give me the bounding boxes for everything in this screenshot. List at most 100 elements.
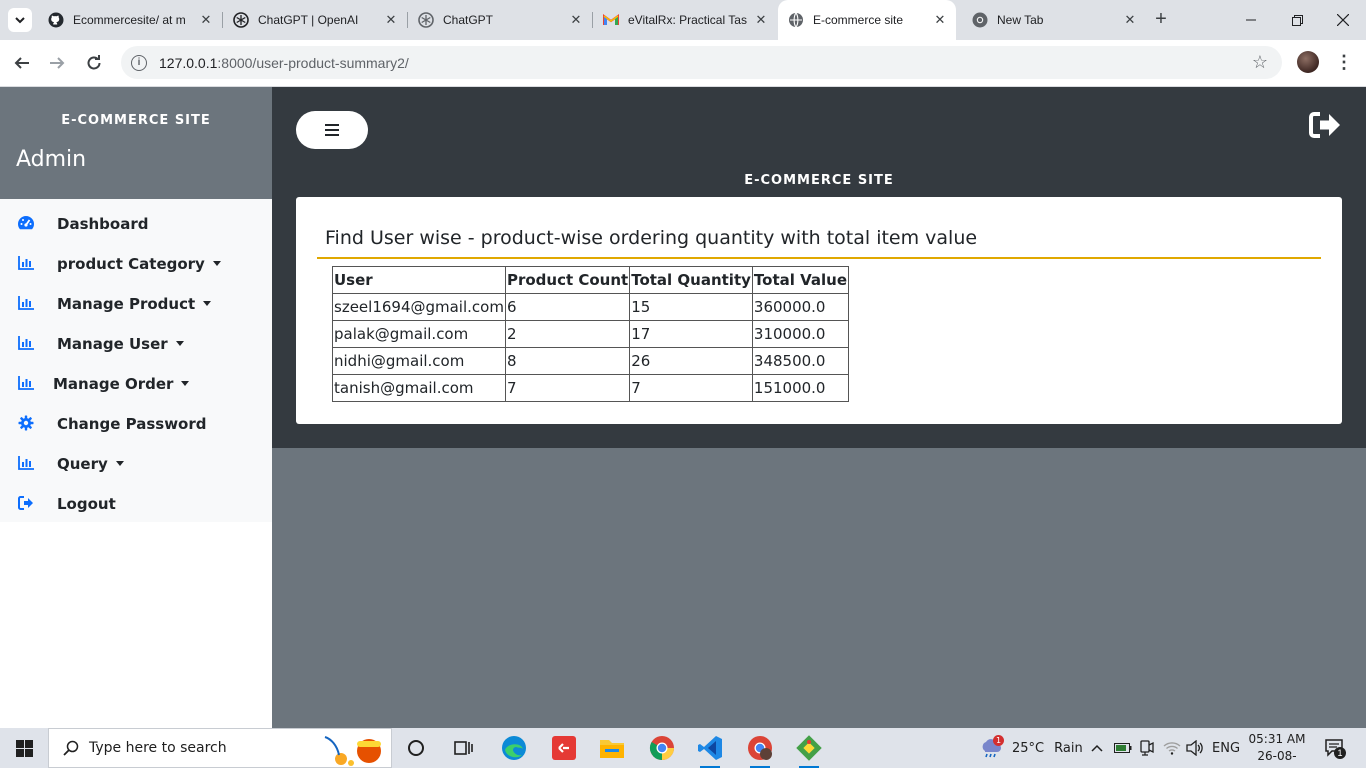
url-text[interactable]: 127.0.0.1:8000/user-product-summary2/ xyxy=(159,55,409,71)
address-bar[interactable]: i 127.0.0.1:8000/user-product-summary2/ … xyxy=(121,46,1282,79)
table-row: palak@gmail.com 2 17 310000.0 xyxy=(332,320,850,348)
tachometer-icon xyxy=(17,215,35,231)
browser-menu-icon[interactable]: ⋮ xyxy=(1334,52,1354,74)
language-indicator[interactable]: ENG xyxy=(1212,728,1240,768)
tab-new-tab[interactable]: New Tab ✕ xyxy=(962,6,1146,34)
start-button[interactable] xyxy=(0,728,48,768)
notification-center-button[interactable]: 1 xyxy=(1324,738,1346,759)
close-icon[interactable]: ✕ xyxy=(1122,12,1138,28)
tab-title: Ecommercesite/ at m xyxy=(73,13,186,27)
sidebar-item-manage-user[interactable]: Manage User xyxy=(0,323,272,363)
sidebar-item-query[interactable]: Query xyxy=(0,443,272,483)
openai-icon xyxy=(418,12,434,28)
chrome-icon[interactable] xyxy=(648,734,676,762)
table-row: nidhi@gmail.com 8 26 348500.0 xyxy=(332,347,850,375)
close-icon[interactable]: ✕ xyxy=(753,12,769,28)
chevron-up-icon xyxy=(1091,744,1103,752)
table-cell: 310000.0 xyxy=(751,320,850,348)
label-text: product Category xyxy=(57,255,205,273)
tab-search-button[interactable] xyxy=(8,8,32,32)
openai-icon xyxy=(233,12,249,28)
sidebar-item-logout[interactable]: Logout xyxy=(0,483,272,523)
column-header: Product Count xyxy=(504,266,631,294)
sidebar-item-label: Manage User xyxy=(57,335,184,353)
site-info-icon[interactable]: i xyxy=(131,54,147,71)
logout-icon[interactable] xyxy=(1308,111,1344,141)
close-icon[interactable]: ✕ xyxy=(568,12,584,28)
sidebar-brand: E-COMMERCE SITE xyxy=(61,113,211,128)
sidebar-item-label: Manage Order xyxy=(53,375,190,393)
search-highlight-illustration xyxy=(324,736,381,766)
show-hidden-icons-button[interactable] xyxy=(1091,728,1103,768)
volume-icon[interactable] xyxy=(1186,728,1204,768)
windows-taskbar: Type here to search 1 25°C Rain ENG 05:3… xyxy=(0,728,1366,768)
arrow-left-icon xyxy=(14,57,29,69)
sidebar-item-dashboard[interactable]: Dashboard xyxy=(0,203,272,243)
close-icon[interactable]: ✕ xyxy=(198,12,214,28)
tab-github[interactable]: Ecommercesite/ at m ✕ xyxy=(38,6,222,34)
sidebar-toggle-button[interactable] xyxy=(296,111,368,149)
meet-now-icon[interactable] xyxy=(1139,728,1155,768)
back-button[interactable] xyxy=(9,50,35,76)
minimize-button[interactable] xyxy=(1228,0,1274,40)
table-cell: 26 xyxy=(629,347,753,375)
git-desktop-icon[interactable] xyxy=(550,734,578,762)
file-explorer-icon[interactable] xyxy=(598,734,626,762)
reload-button[interactable] xyxy=(81,50,107,76)
new-tab-button[interactable]: + xyxy=(1150,9,1172,31)
cortana-icon[interactable] xyxy=(402,734,430,762)
tab-chatgpt[interactable]: ChatGPT ✕ xyxy=(408,6,592,34)
main-brand: E-COMMERCE SITE xyxy=(744,173,894,188)
battery-icon[interactable] xyxy=(1114,728,1132,768)
sidebar-item-manage-order[interactable]: Manage Order xyxy=(0,363,272,403)
minimize-icon xyxy=(1246,19,1256,21)
notification-count: 1 xyxy=(1334,747,1346,759)
title-underline xyxy=(317,257,1321,259)
sign-out-icon xyxy=(17,495,35,511)
table-cell: nidhi@gmail.com xyxy=(332,347,506,375)
bookmark-star-icon[interactable]: ☆ xyxy=(1252,52,1268,73)
forward-button[interactable] xyxy=(44,50,70,76)
task-view-icon[interactable] xyxy=(450,734,478,762)
arrow-right-icon xyxy=(50,57,65,69)
table-header-row: User Product Count Total Quantity Total … xyxy=(332,266,850,294)
chrome-icon xyxy=(972,12,988,28)
profile-avatar[interactable] xyxy=(1297,51,1319,73)
tab-ecommerce-site[interactable]: E-commerce site ✕ xyxy=(778,0,956,40)
tab-title: E-commerce site xyxy=(813,13,904,27)
close-window-button[interactable] xyxy=(1320,0,1366,40)
summary-card: Find User wise - product-wise ordering q… xyxy=(296,197,1342,424)
main-header-area: E-COMMERCE SITE Find User wise - product… xyxy=(272,87,1366,448)
sidebar-item-label: Change Password xyxy=(57,415,207,433)
close-icon[interactable]: ✕ xyxy=(383,12,399,28)
restore-button[interactable] xyxy=(1274,0,1320,40)
sidebar-item-label: Dashboard xyxy=(57,215,149,233)
git-app-icon[interactable] xyxy=(795,734,823,768)
github-icon xyxy=(48,12,64,28)
tab-evitalrx[interactable]: eVitalRx: Practical Tas ✕ xyxy=(593,6,777,34)
weather-widget[interactable]: 1 25°C Rain xyxy=(980,728,1083,768)
tab-chatgpt-openai[interactable]: ChatGPT | OpenAI ✕ xyxy=(223,6,407,34)
system-clock[interactable]: 05:31 AM 26-08-2024 xyxy=(1244,731,1310,768)
sidebar-item-change-password[interactable]: Change Password xyxy=(0,403,272,443)
wifi-icon[interactable] xyxy=(1163,728,1181,768)
sidebar-item-label: Logout xyxy=(57,495,116,513)
table-cell: palak@gmail.com xyxy=(332,320,506,348)
sidebar-item-manage-product[interactable]: Manage Product xyxy=(0,283,272,323)
column-header: Total Quantity xyxy=(629,266,753,294)
main-content: E-COMMERCE SITE Find User wise - product… xyxy=(272,87,1366,728)
table-cell: 151000.0 xyxy=(751,374,850,402)
vscode-icon[interactable] xyxy=(696,734,724,768)
label-text: Manage Product xyxy=(57,295,196,313)
gmail-icon xyxy=(603,12,619,28)
bar-chart-icon xyxy=(17,455,35,471)
close-icon[interactable]: ✕ xyxy=(932,12,948,28)
edge-icon[interactable] xyxy=(500,734,528,762)
sidebar-header: E-COMMERCE SITE Admin xyxy=(0,87,272,199)
taskbar-search-box[interactable]: Type here to search xyxy=(48,728,392,768)
table-cell: 17 xyxy=(629,320,753,348)
tab-title: New Tab xyxy=(997,13,1044,27)
table-cell: 2 xyxy=(504,320,631,348)
chrome-profile-icon[interactable] xyxy=(746,734,774,768)
sidebar-item-product-category[interactable]: product Category xyxy=(0,243,272,283)
